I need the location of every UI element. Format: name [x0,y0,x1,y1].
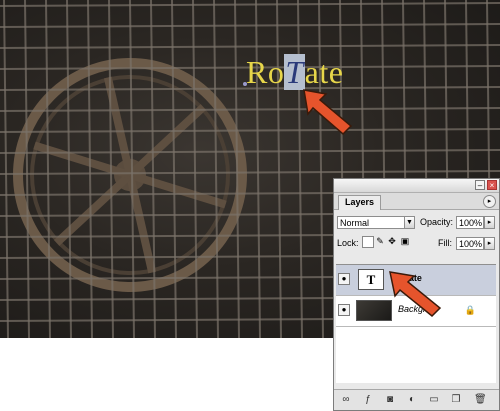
folder-icon[interactable]: ▭ [428,394,440,406]
layers-bottom-bar: ∞ ƒ ◙ ◐ ▭ ❐ 🗑 [334,389,499,410]
lock-pixels-icon[interactable]: ✎ [375,236,385,246]
link-icon[interactable]: ∞ [340,394,352,406]
layer-style-icon[interactable]: ƒ [362,394,374,406]
eye-icon[interactable]: ● [338,273,350,285]
close-icon[interactable]: × [487,180,497,190]
arrow-pointer-icon [389,271,442,318]
chevron-down-icon[interactable]: ▼ [404,216,415,229]
panel-tab-row: Layers ▸ [334,193,499,210]
fill-slider-arrow-icon[interactable]: ▸ [484,237,495,250]
lock-icon: 🔒 [464,305,476,315]
fill-label: Fill: [438,238,452,248]
opacity-slider-arrow-icon[interactable]: ▸ [484,216,495,229]
type-text-before: Ro [246,54,285,90]
mask-icon[interactable]: ◙ [384,394,396,406]
eye-icon[interactable]: ● [338,304,350,316]
panel-menu-icon[interactable]: ▸ [483,195,496,208]
trash-icon[interactable]: 🗑 [474,394,487,406]
lock-position-icon[interactable]: ✥ [387,236,397,246]
arrow-pointer-icon [303,89,353,136]
panel-titlebar[interactable]: – × [334,179,499,193]
lock-row: Lock: ✎ ✥ ▣ Fill: 100% ▸ [334,233,499,253]
new-layer-icon[interactable]: ❐ [450,394,462,406]
fill-field[interactable]: 100% [456,237,484,250]
lock-transparency-icon[interactable] [362,236,374,248]
lock-all-icon[interactable]: ▣ [400,236,410,246]
blend-mode-select[interactable]: Normal [337,216,405,229]
blend-row: Normal ▼ Opacity: 100% ▸ [334,213,499,233]
lock-label: Lock: [337,238,359,248]
minimize-icon[interactable]: – [475,180,485,190]
adjustment-icon[interactable]: ◐ [406,394,418,406]
type-layer-icon: T [358,269,384,290]
opacity-field[interactable]: 100% [456,216,484,229]
opacity-label: Opacity: [420,217,454,227]
tab-layers[interactable]: Layers [338,195,382,210]
